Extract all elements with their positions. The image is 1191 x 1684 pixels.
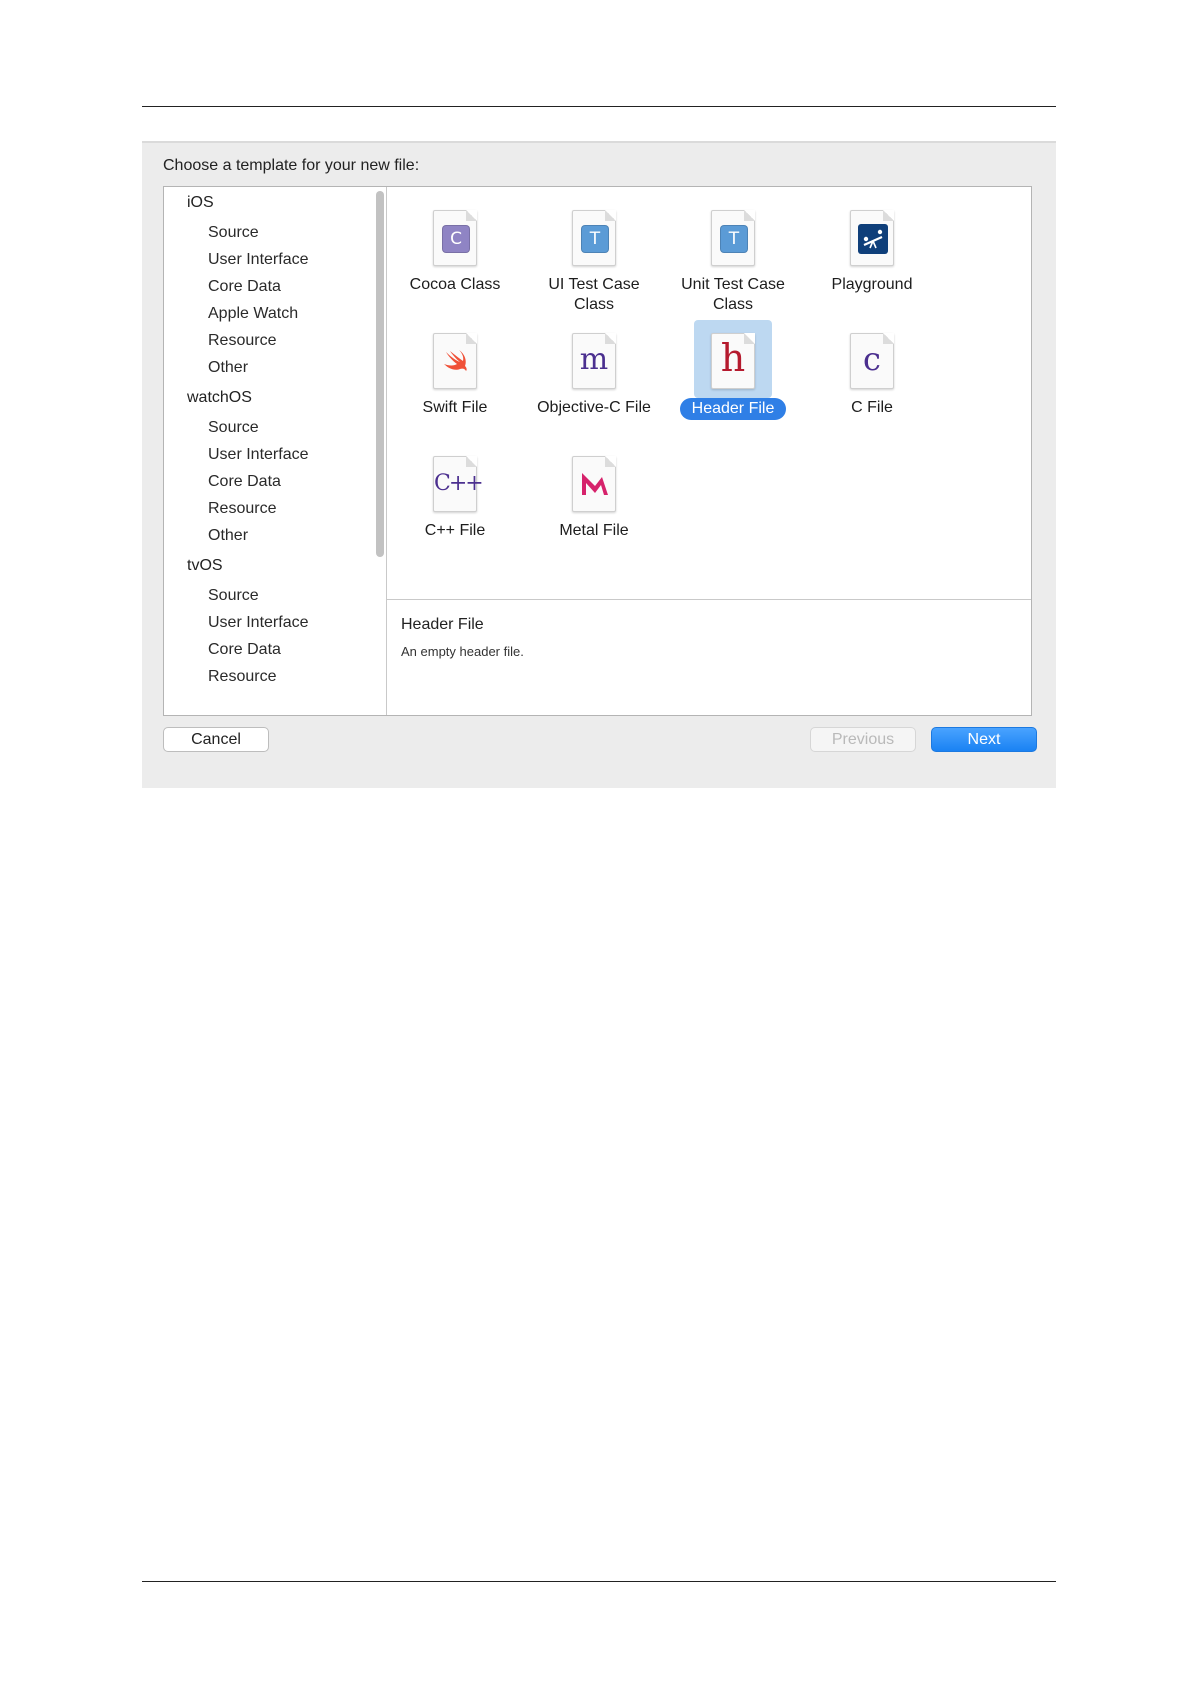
template-header-file[interactable]: h Header File [658, 320, 808, 420]
template-label: Header File [658, 398, 808, 420]
template-label: Objective-C File [519, 398, 669, 418]
template-label-text: UI Test Case Class [548, 276, 640, 313]
sidebar-item-ios-other[interactable]: Other [208, 359, 248, 377]
sidebar-item-tvos-user-interface[interactable]: User Interface [208, 614, 308, 632]
template-label-text: Cocoa Class [409, 276, 501, 293]
cancel-button[interactable]: Cancel [163, 727, 269, 752]
template-label: UI Test Case Class [519, 275, 669, 315]
playground-icon [850, 210, 894, 266]
sidebar-item-ios-source[interactable]: Source [208, 224, 259, 242]
template-playground[interactable]: Playground [797, 197, 947, 295]
sidebar-item-ios-apple-watch[interactable]: Apple Watch [208, 305, 298, 323]
template-icon-frame: C [416, 197, 494, 275]
sidebar-item-ios-resource[interactable]: Resource [208, 332, 276, 350]
template-description: Header File An empty header file. [387, 599, 1031, 716]
new-file-template-dialog: Choose a template for your new file: iOS… [142, 141, 1056, 788]
template-swift-file[interactable]: Swift File [380, 320, 530, 418]
template-panel: iOS Source User Interface Core Data Apple Wa… [163, 186, 1032, 716]
template-label-text: C File [851, 399, 893, 416]
description-title: Header File [401, 616, 484, 633]
template-icon-frame [833, 197, 911, 275]
template-label: Cocoa Class [380, 275, 530, 295]
unit-test-case-class-icon: T [711, 210, 755, 266]
page-bottom-rule [142, 1581, 1056, 1582]
template-icon-frame: c [833, 320, 911, 398]
template-cocoa-class[interactable]: C Cocoa Class [380, 197, 530, 295]
icon-artwork [582, 473, 608, 495]
objective-c-file-icon: m [572, 333, 616, 389]
icon-glyph: c [863, 340, 881, 378]
sidebar-section-tvos: tvOS [187, 557, 223, 574]
sidebar-item-watchos-user-interface[interactable]: User Interface [208, 446, 308, 464]
template-label-text: Header File [679, 398, 787, 420]
template-icon-frame: C++ [416, 443, 494, 521]
icon-glyph: m [579, 342, 609, 377]
template-metal-file[interactable]: Metal File [519, 443, 669, 541]
dialog-prompt: Choose a template for your new file: [163, 157, 420, 174]
template-unit-test-case-class[interactable]: T Unit Test Case Class [658, 197, 808, 315]
template-label-text: Playground [831, 276, 913, 293]
sidebar-item-tvos-source[interactable]: Source [208, 587, 259, 605]
sidebar-item-tvos-core-data[interactable]: Core Data [208, 641, 281, 659]
template-label: C++ File [380, 521, 530, 541]
sidebar-item-ios-user-interface[interactable]: User Interface [208, 251, 308, 269]
template-label-text: Swift File [422, 399, 488, 416]
template-label-text: Unit Test Case Class [681, 276, 785, 313]
platform-sidebar: iOS Source User Interface Core Data Apple Wa… [164, 187, 386, 715]
icon-artwork [444, 350, 467, 371]
template-label-text: C++ File [424, 522, 486, 539]
header-file-icon: h [711, 333, 755, 389]
template-label: Unit Test Case Class [658, 275, 808, 315]
template-label: Playground [797, 275, 947, 295]
icon-glyph: C++ [434, 471, 484, 496]
template-icon-frame: m [555, 320, 633, 398]
icon-badge: T [581, 225, 609, 253]
sidebar-item-watchos-core-data[interactable]: Core Data [208, 473, 281, 491]
cocoa-class-icon: C [433, 210, 477, 266]
description-text: An empty header file. [401, 644, 524, 659]
next-button[interactable]: Next [931, 727, 1037, 752]
template-cpp-file[interactable]: C++ C++ File [380, 443, 530, 541]
c-file-icon: c [850, 333, 894, 389]
cpp-file-icon: C++ [433, 456, 484, 512]
ui-test-case-class-icon: T [572, 210, 616, 266]
template-grid: C Cocoa Class T UI Test Case Class T Unit Tes… [387, 187, 1031, 599]
sidebar-item-watchos-other[interactable]: Other [208, 527, 248, 545]
template-icon-frame: T [694, 197, 772, 275]
page-top-rule [142, 106, 1056, 107]
sidebar-section-watchos: watchOS [187, 389, 252, 406]
sidebar-section-ios: iOS [187, 194, 214, 211]
template-label: Swift File [380, 398, 530, 418]
swift-file-icon [433, 333, 477, 389]
template-icon-frame [555, 443, 633, 521]
template-label-text: Metal File [559, 522, 629, 539]
sidebar-item-watchos-source[interactable]: Source [208, 419, 259, 437]
icon-badge: T [720, 225, 748, 253]
template-label: Metal File [519, 521, 669, 541]
previous-button[interactable]: Previous [810, 727, 916, 752]
sidebar-item-tvos-resource[interactable]: Resource [208, 668, 276, 686]
template-icon-frame [416, 320, 494, 398]
icon-glyph: h [720, 336, 746, 380]
sidebar-item-ios-core-data[interactable]: Core Data [208, 278, 281, 296]
template-c-file[interactable]: c C File [797, 320, 947, 418]
template-ui-test-case-class[interactable]: T UI Test Case Class [519, 197, 669, 315]
template-icon-frame: h [694, 320, 772, 398]
sidebar-item-watchos-resource[interactable]: Resource [208, 500, 276, 518]
template-label-text: Objective-C File [537, 399, 651, 416]
metal-file-icon [572, 456, 616, 512]
icon-artwork [858, 224, 888, 254]
template-icon-frame: T [555, 197, 633, 275]
icon-badge: C [442, 225, 470, 253]
template-label: C File [797, 398, 947, 418]
template-objective-c-file[interactable]: m Objective-C File [519, 320, 669, 418]
